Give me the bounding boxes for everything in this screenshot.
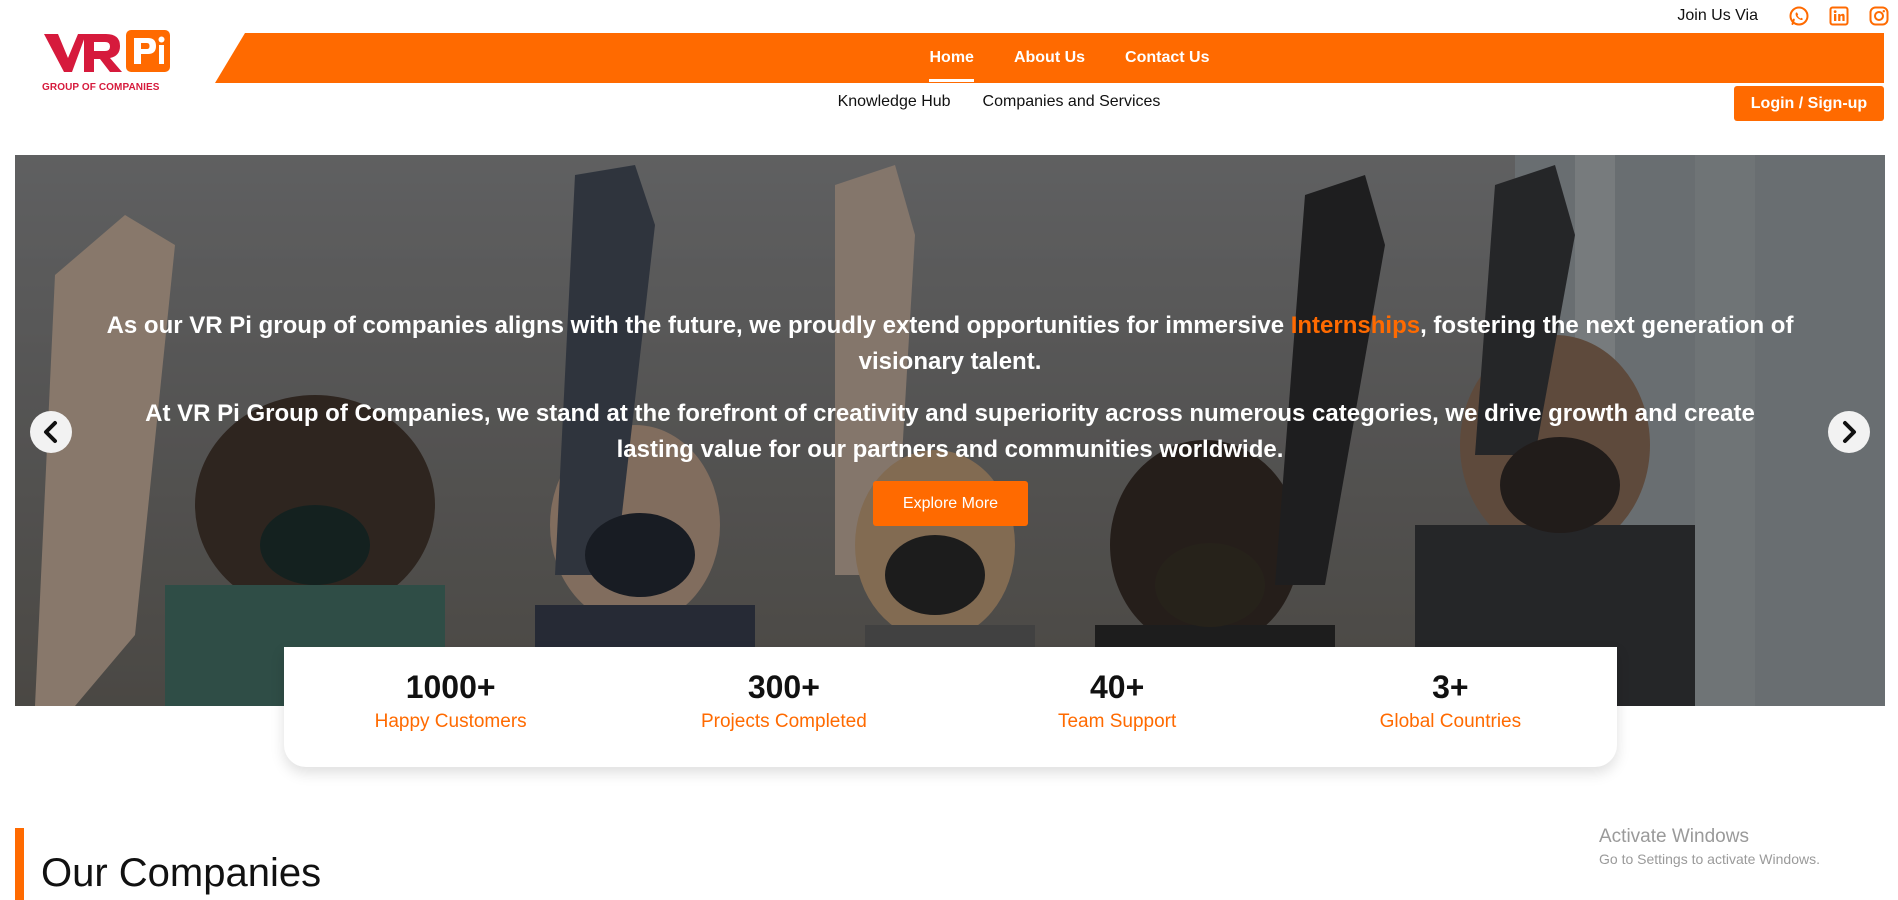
nav-contact-us[interactable]: Contact Us bbox=[1125, 49, 1209, 67]
login-signup-button[interactable]: Login / Sign-up bbox=[1734, 86, 1884, 121]
stat-team-support: 40+ Team Support bbox=[951, 647, 1284, 767]
carousel-next-button[interactable] bbox=[1828, 411, 1870, 453]
stats-card: 1000+ Happy Customers 300+ Projects Comp… bbox=[284, 647, 1617, 767]
stat-value: 3+ bbox=[1432, 669, 1469, 705]
main-nav: Home About Us Contact Us bbox=[215, 33, 1884, 83]
join-bar: Join Us Via bbox=[1677, 0, 1898, 32]
nav-knowledge-hub[interactable]: Knowledge Hub bbox=[838, 93, 951, 111]
nav-companies-services[interactable]: Companies and Services bbox=[983, 93, 1161, 111]
hero-text-part: As our VR Pi group of companies aligns w… bbox=[106, 312, 1291, 339]
chevron-left-icon bbox=[44, 421, 57, 443]
linkedin-icon[interactable] bbox=[1828, 5, 1850, 27]
carousel-prev-button[interactable] bbox=[30, 411, 72, 453]
windows-activation-watermark: Activate Windows Go to Settings to activ… bbox=[1599, 826, 1820, 867]
explore-more-button[interactable]: Explore More bbox=[873, 481, 1028, 526]
stat-label: Team Support bbox=[1057, 711, 1177, 732]
brand-logo[interactable]: GROUP OF COMPANIES bbox=[42, 28, 172, 94]
hero-text-mission: At VR Pi Group of Companies, we stand at… bbox=[145, 400, 1755, 463]
stat-label: Global Countries bbox=[1379, 711, 1522, 732]
watermark-title: Activate Windows bbox=[1599, 826, 1749, 847]
hero-text-internships: As our VR Pi group of companies aligns w… bbox=[105, 308, 1795, 380]
watermark-subtitle: Go to Settings to activate Windows. bbox=[1599, 851, 1820, 867]
stat-label: Projects Completed bbox=[700, 711, 867, 732]
nav-about-us[interactable]: About Us bbox=[1014, 49, 1085, 67]
stat-global-countries: 3+ Global Countries bbox=[1284, 647, 1617, 767]
chevron-right-icon bbox=[1843, 421, 1856, 443]
stat-value: 300+ bbox=[747, 669, 820, 705]
nav-home[interactable]: Home bbox=[929, 49, 975, 82]
whatsapp-icon[interactable] bbox=[1788, 5, 1810, 27]
sub-nav: Knowledge Hub Companies and Services bbox=[0, 93, 1898, 111]
stat-happy-customers: 1000+ Happy Customers bbox=[284, 647, 617, 767]
internships-highlight[interactable]: Internships bbox=[1291, 312, 1420, 339]
stat-value: 40+ bbox=[1089, 669, 1145, 705]
stat-projects-completed: 300+ Projects Completed bbox=[617, 647, 950, 767]
instagram-icon[interactable] bbox=[1868, 5, 1890, 27]
section-accent-bar bbox=[15, 828, 24, 900]
brand-caption: GROUP OF COMPANIES bbox=[42, 82, 160, 93]
hero-carousel: As our VR Pi group of companies aligns w… bbox=[15, 155, 1885, 706]
join-us-text: Join Us Via bbox=[1677, 7, 1758, 24]
stat-label: Happy Customers bbox=[374, 711, 527, 732]
section-title: Our Companies bbox=[41, 851, 322, 895]
stat-value: 1000+ bbox=[405, 669, 496, 705]
